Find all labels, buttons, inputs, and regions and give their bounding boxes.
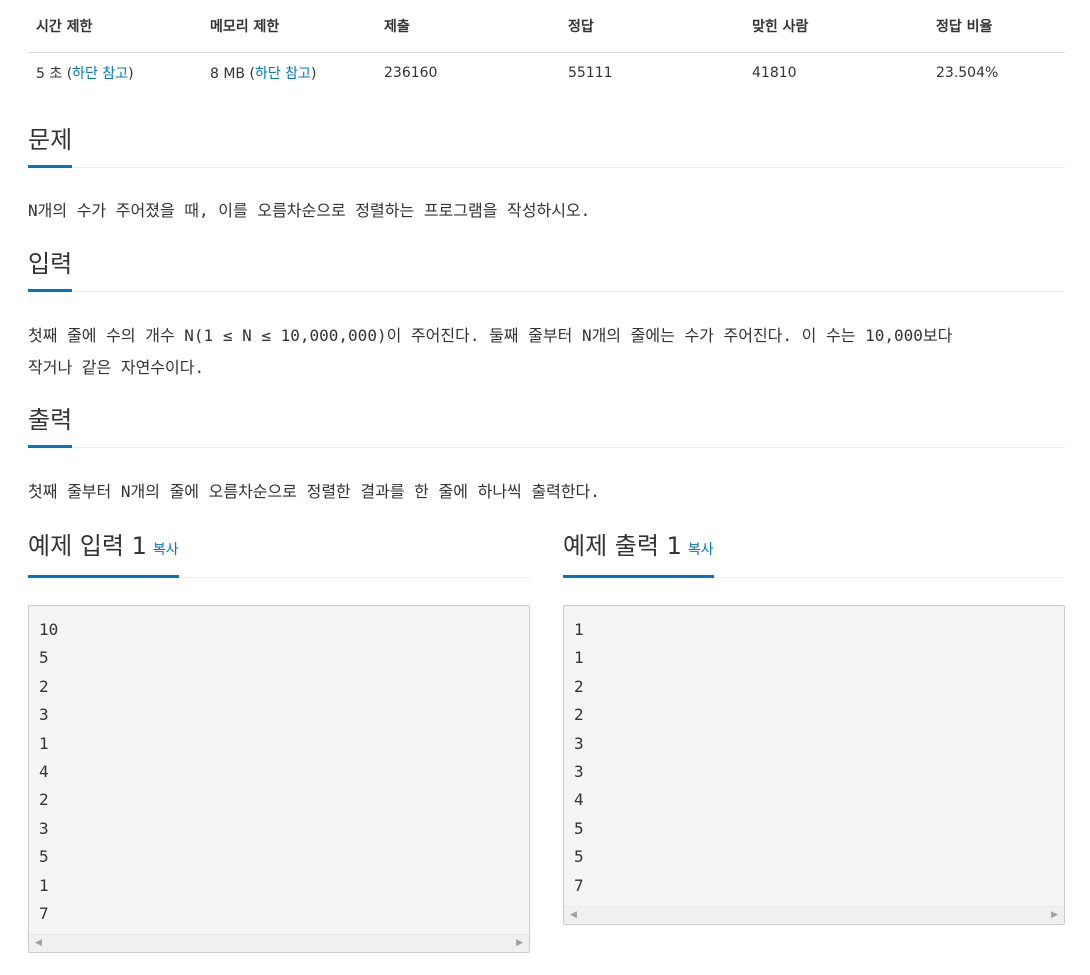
output-header: 출력 (28, 395, 1065, 448)
code-line: 5 (39, 648, 49, 668)
code-line: 1 (39, 875, 49, 895)
memory-limit-note-link[interactable]: 하단 참고 (255, 66, 311, 82)
scroll-left-icon[interactable]: ◀ (35, 937, 42, 950)
problem-stats-table: 시간 제한 메모리 제한 제출 정답 맞힌 사람 정답 비율 5 초 (하단 참… (28, 0, 1065, 93)
time-limit-open-paren: ( (62, 66, 73, 82)
memory-limit-open-paren: ( (245, 66, 255, 82)
input-title: 입력 (28, 247, 73, 292)
sample-input-title-wrap: 예제 입력 1 복사 (28, 529, 179, 578)
code-line: 2 (39, 676, 49, 696)
stats-value-row: 5 초 (하단 참고) 8 MB (하단 참고) 236160 55111 41… (28, 53, 1065, 94)
code-line: 5 (39, 847, 49, 867)
header-time-limit: 시간 제한 (28, 0, 202, 53)
time-limit-note-link[interactable]: 하단 참고 (72, 66, 128, 82)
code-line: 5 (574, 818, 584, 838)
problem-description: N개의 수가 주어졌을 때, 이를 오름차순으로 정렬하는 프로그램을 작성하시… (28, 201, 591, 220)
code-line: 2 (574, 705, 584, 725)
stats-header-row: 시간 제한 메모리 제한 제출 정답 맞힌 사람 정답 비율 (28, 0, 1065, 53)
header-correct: 정답 (560, 0, 744, 53)
time-limit-cell: 5 초 (하단 참고) (28, 53, 202, 94)
code-line: 5 (574, 847, 584, 867)
input-description-line-1: 첫째 줄에 수의 개수 N(1 ≤ N ≤ 10,000,000)이 주어진다.… (28, 326, 953, 345)
code-line: 7 (574, 875, 584, 895)
code-line: 4 (574, 790, 584, 810)
input-header: 입력 (28, 239, 1065, 292)
code-line: 3 (39, 705, 49, 725)
sample-input-title: 예제 입력 1 (28, 532, 147, 560)
input-section: 입력 첫째 줄에 수의 개수 N(1 ≤ N ≤ 10,000,000)이 주어… (28, 239, 1065, 384)
ratio-value: 23.504% (936, 65, 999, 81)
output-title: 출력 (28, 403, 73, 448)
sample-input-panel: 예제 입력 1 복사 10 5 2 3 1 4 2 3 5 1 7 ◀ ▶ (28, 530, 530, 954)
code-line: 3 (574, 733, 584, 753)
sample-output-scrollbar[interactable]: ◀ ▶ (564, 905, 1064, 924)
sample-output-panel: 예제 출력 1 복사 1 1 2 2 3 3 4 5 5 7 ◀ ▶ (563, 530, 1065, 925)
output-description: 첫째 줄부터 N개의 줄에 오름차순으로 정렬한 결과를 한 줄에 하나씩 출력… (28, 482, 600, 501)
input-description-line-2: 작거나 같은 자연수이다. (28, 358, 205, 377)
sample-input-copy-button[interactable]: 복사 (153, 542, 179, 558)
sample-output-code: 1 1 2 2 3 3 4 5 5 7 (564, 606, 1064, 906)
code-line: 3 (574, 761, 584, 781)
code-line: 2 (574, 676, 584, 696)
sample-input-code-box: 10 5 2 3 1 4 2 3 5 1 7 ◀ ▶ (28, 605, 530, 954)
submissions-value: 236160 (384, 65, 438, 81)
problem-section: 문제 N개의 수가 주어졌을 때, 이를 오름차순으로 정렬하는 프로그램을 작… (28, 115, 1065, 227)
memory-limit-close-paren: ) (310, 66, 317, 82)
output-section: 출력 첫째 줄부터 N개의 줄에 오름차순으로 정렬한 결과를 한 줄에 하나씩… (28, 395, 1065, 508)
code-line: 1 (574, 648, 584, 668)
problem-title: 문제 (28, 123, 73, 168)
solvers-value: 41810 (752, 65, 797, 81)
correct-value: 55111 (568, 65, 613, 81)
input-description: 첫째 줄에 수의 개수 N(1 ≤ N ≤ 10,000,000)이 주어진다.… (28, 320, 1065, 384)
sample-output-header: 예제 출력 1 복사 (563, 530, 1065, 578)
sample-input-header: 예제 입력 1 복사 (28, 530, 530, 578)
header-ratio: 정답 비율 (928, 0, 1065, 53)
sample-output-title-wrap: 예제 출력 1 복사 (563, 529, 714, 578)
scroll-left-icon[interactable]: ◀ (570, 909, 577, 922)
memory-limit-cell: 8 MB (하단 참고) (202, 53, 376, 94)
code-line: 2 (39, 790, 49, 810)
code-line: 4 (39, 761, 49, 781)
time-limit-value: 5 초 (36, 66, 63, 82)
sample-output-title: 예제 출력 1 (563, 532, 682, 560)
code-line: 3 (39, 818, 49, 838)
sample-input-scrollbar[interactable]: ◀ ▶ (29, 934, 529, 953)
code-line: 1 (574, 620, 584, 639)
scroll-right-icon[interactable]: ▶ (516, 937, 523, 950)
header-solvers: 맞힌 사람 (744, 0, 928, 53)
sample-output-copy-button[interactable]: 복사 (688, 542, 714, 558)
examples-area: 예제 입력 1 복사 10 5 2 3 1 4 2 3 5 1 7 ◀ ▶ 예제 출력 1 복사 1 1 2… (28, 530, 1065, 970)
code-line: 7 (39, 903, 49, 923)
problem-page: 시간 제한 메모리 제한 제출 정답 맞힌 사람 정답 비율 5 초 (하단 참… (28, 0, 1065, 508)
scroll-right-icon[interactable]: ▶ (1051, 909, 1058, 922)
sample-input-code: 10 5 2 3 1 4 2 3 5 1 7 (29, 606, 529, 934)
time-limit-close-paren: ) (128, 66, 134, 82)
code-line: 1 (39, 733, 49, 753)
problem-header: 문제 (28, 115, 1065, 168)
header-submissions: 제출 (376, 0, 560, 53)
code-line: 10 (39, 620, 59, 639)
header-memory-limit: 메모리 제한 (202, 0, 376, 53)
sample-output-code-box: 1 1 2 2 3 3 4 5 5 7 ◀ ▶ (563, 605, 1065, 925)
memory-limit-value: 8 MB (210, 66, 246, 82)
